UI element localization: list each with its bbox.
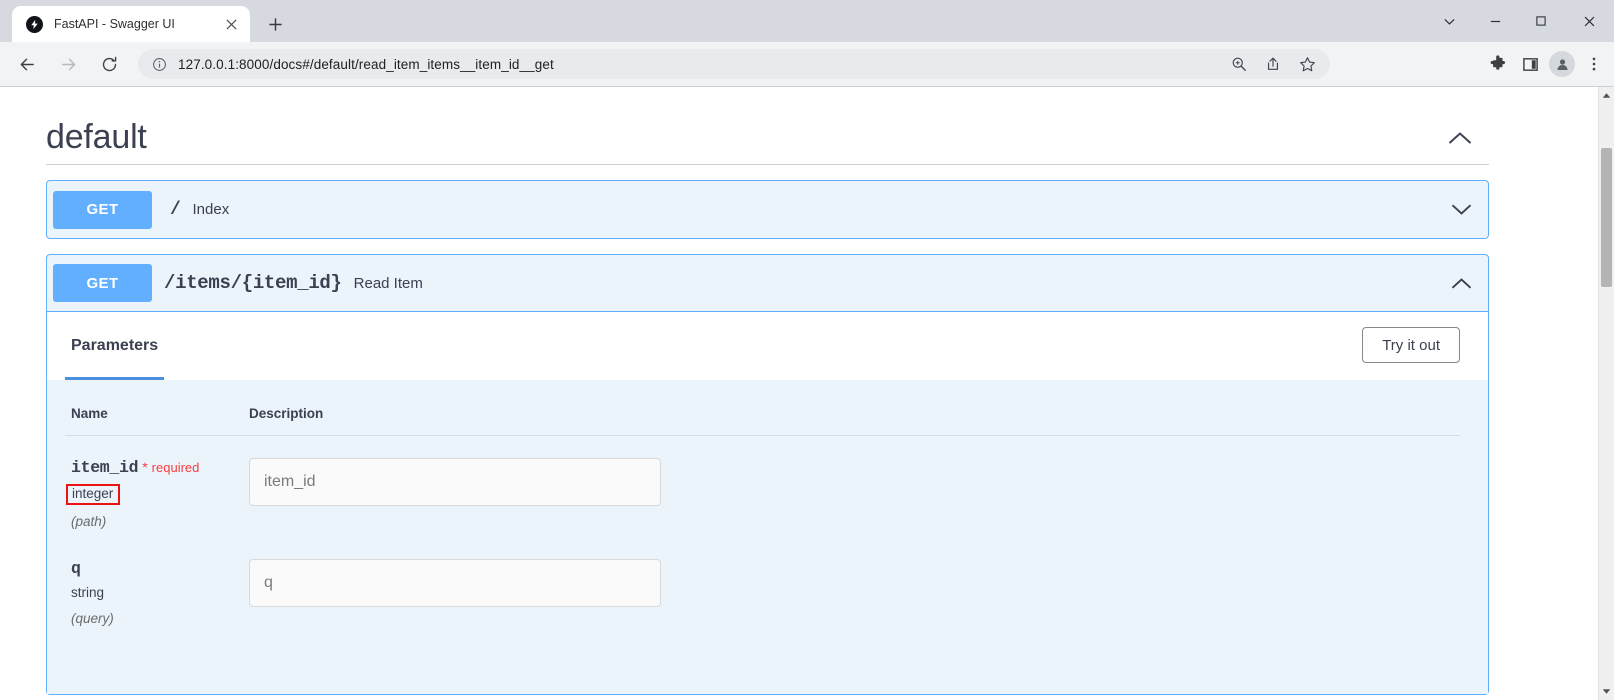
- operation-summary-text: Read Item: [353, 274, 423, 292]
- parameters-table: Name Description item_id * required inte…: [65, 400, 1460, 634]
- chevron-down-icon[interactable]: [1448, 199, 1474, 221]
- column-header-name: Name: [65, 400, 235, 436]
- maximize-icon[interactable]: [1518, 0, 1564, 42]
- side-panel-icon[interactable]: [1514, 49, 1546, 79]
- item-id-input[interactable]: item_id: [249, 458, 661, 506]
- chevron-up-icon[interactable]: [1448, 272, 1474, 294]
- parameter-type-wrap: integer: [66, 477, 235, 506]
- operation-get-index: GET / Index: [46, 180, 1489, 239]
- tag-section-default: default GET / Index GET /items/{item_id}…: [46, 87, 1489, 696]
- tag-header[interactable]: default: [46, 87, 1489, 165]
- address-bar-actions: [1220, 49, 1322, 79]
- operation-tabs-row: Parameters Try it out: [47, 312, 1488, 380]
- column-header-description: Description: [235, 400, 1460, 436]
- parameter-type-wrap: string: [71, 578, 235, 602]
- tab-close-icon[interactable]: [220, 13, 242, 35]
- parameter-location: (path): [71, 514, 107, 530]
- puzzle-piece-icon[interactable]: [1482, 49, 1514, 79]
- page-scrollbar[interactable]: [1598, 87, 1614, 700]
- tabstrip: FastAPI - Swagger UI: [0, 0, 1380, 42]
- parameter-description-cell: q: [235, 537, 1460, 634]
- chevron-up-icon[interactable]: [1443, 123, 1477, 153]
- browser-tab-fastapi[interactable]: FastAPI - Swagger UI: [12, 6, 250, 42]
- profile-avatar-icon[interactable]: [1549, 51, 1575, 77]
- tab-parameters[interactable]: Parameters: [65, 312, 165, 380]
- parameter-name: q: [71, 559, 81, 579]
- parameter-name-line: q: [71, 559, 235, 578]
- address-bar[interactable]: 127.0.0.1:8000/docs#/default/read_item_i…: [138, 49, 1330, 79]
- operation-body: Parameters Try it out Name Description i…: [47, 312, 1488, 695]
- fastapi-bolt-icon: [26, 15, 43, 33]
- parameter-name-cell: item_id * required integer (path): [65, 436, 235, 538]
- tab-search-chevron-icon[interactable]: [1426, 0, 1472, 42]
- parameter-name-cell: q string (query): [65, 537, 235, 634]
- try-it-out-button[interactable]: Try it out: [1362, 327, 1460, 363]
- parameter-description-cell: item_id: [235, 436, 1460, 538]
- address-bar-url: 127.0.0.1:8000/docs#/default/read_item_i…: [178, 56, 554, 72]
- browser-tabstrip-bar: FastAPI - Swagger UI: [0, 0, 1614, 42]
- browser-window: FastAPI - Swagger UI 127.0.0.1:8000/docs…: [0, 0, 1614, 700]
- page-title: default: [46, 118, 147, 156]
- zoom-in-icon[interactable]: [1224, 49, 1254, 79]
- site-info-icon[interactable]: [152, 57, 167, 72]
- table-row: q string (query) q: [65, 537, 1460, 634]
- parameter-location: (query): [71, 611, 114, 627]
- page-viewport: default GET / Index GET /items/{item_id}…: [0, 87, 1614, 700]
- q-input[interactable]: q: [249, 559, 661, 608]
- operation-path: /: [170, 199, 181, 220]
- share-icon[interactable]: [1258, 49, 1288, 79]
- star-icon[interactable]: [1292, 49, 1322, 79]
- table-row: item_id * required integer (path) item_i…: [65, 436, 1460, 538]
- parameters-table-body: item_id * required integer (path) item_i…: [65, 436, 1460, 635]
- new-tab-button[interactable]: [262, 11, 288, 37]
- toolbar-right-actions: [1482, 49, 1610, 79]
- window-controls: [1426, 0, 1614, 42]
- forward-arrow-icon[interactable]: [51, 47, 85, 81]
- http-method-badge: GET: [53, 190, 152, 229]
- table-header-row: Name Description: [65, 400, 1460, 436]
- parameter-type: integer: [66, 484, 121, 506]
- operation-path: /items/{item_id}: [164, 272, 342, 294]
- scrollbar-up-arrow-icon[interactable]: [1599, 87, 1614, 104]
- swagger-page: default GET / Index GET /items/{item_id}…: [0, 87, 1551, 700]
- browser-tab-title: FastAPI - Swagger UI: [54, 17, 175, 31]
- back-arrow-icon[interactable]: [10, 47, 44, 81]
- reload-icon[interactable]: [92, 47, 126, 81]
- parameter-name-line: item_id * required: [71, 458, 235, 477]
- scrollbar-thumb[interactable]: [1601, 148, 1612, 287]
- parameter-name: item_id: [71, 458, 139, 477]
- three-dot-menu-icon[interactable]: [1578, 49, 1610, 79]
- operation-summary-row[interactable]: GET /items/{item_id} Read Item: [47, 255, 1488, 312]
- swagger-ui: default GET / Index GET /items/{item_id}…: [0, 87, 1535, 696]
- operation-get-read-item: GET /items/{item_id} Read Item Parameter…: [46, 254, 1489, 696]
- close-icon[interactable]: [1564, 0, 1614, 42]
- parameters-area: Name Description item_id * required inte…: [47, 380, 1488, 695]
- http-method-badge: GET: [53, 264, 152, 302]
- operation-summary-text: Index: [192, 201, 230, 218]
- parameters-table-head: Name Description: [65, 400, 1460, 436]
- minimize-icon[interactable]: [1472, 0, 1518, 42]
- scrollbar-down-arrow-icon[interactable]: [1599, 683, 1614, 700]
- operation-summary-row[interactable]: GET / Index: [47, 181, 1488, 238]
- required-star-icon: *: [142, 459, 148, 475]
- required-label: required: [151, 460, 200, 475]
- parameter-type: string: [71, 585, 105, 601]
